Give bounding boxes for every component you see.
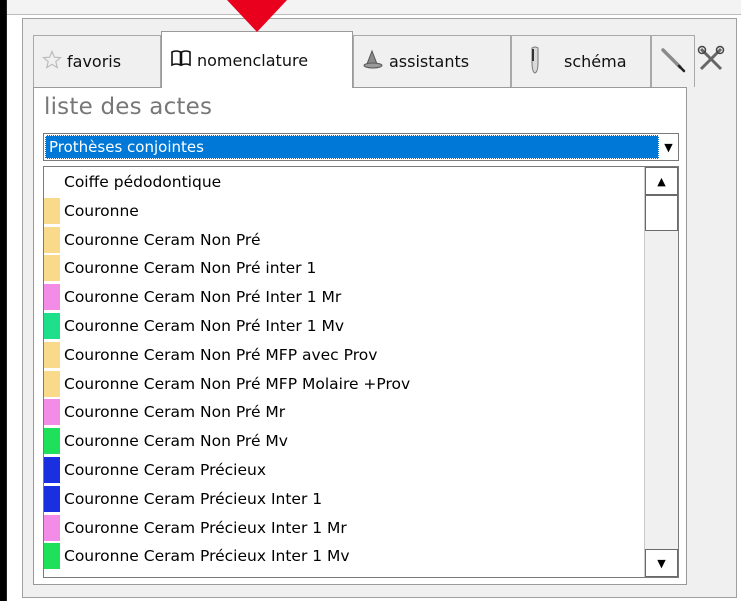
list-item-label: Couronne Ceram Non Pré Inter 1 Mr [64, 288, 342, 307]
chevron-down-icon[interactable]: ▼ [659, 134, 678, 160]
app-frame: favoris nomenclature assistants schéma l… [6, 0, 741, 601]
list-item[interactable]: Couronne [44, 197, 664, 224]
list-item-label: Couronne Ceram Précieux Inter 1 [64, 489, 323, 508]
scroll-up-icon[interactable]: ▲ [645, 167, 678, 195]
list-item-label: Couronne [64, 201, 139, 220]
list-item[interactable]: Coiffe pédodontique [44, 169, 664, 195]
list-item-label: Couronne Ceram Non Pré Inter 1 Mv [64, 317, 345, 335]
category-select-value: Prothèses conjointes [45, 135, 659, 159]
color-marker [44, 169, 60, 195]
list-item-label: Coiffe pédodontique [64, 173, 222, 191]
list-item[interactable]: Couronne Ceram Non Pré [44, 226, 664, 253]
color-marker [44, 514, 60, 541]
tab-favoris[interactable]: favoris [33, 35, 161, 87]
tab-schema[interactable]: schéma [511, 35, 651, 87]
color-marker [44, 370, 60, 397]
list-item-label: Couronne Ceram Précieux Inter 1 Mr [64, 518, 347, 537]
tab-schema-label: schéma [564, 52, 627, 71]
color-marker [44, 428, 60, 455]
list-title: liste des actes [44, 94, 213, 120]
pen-icon [660, 47, 686, 77]
list-item[interactable]: Couronne Ceram Non Pré inter 1 [44, 255, 664, 282]
list-item-label: Couronne Ceram Précieux [64, 461, 267, 479]
acts-panel: favoris nomenclature assistants schéma l… [22, 18, 737, 598]
list-item-label: Couronne Ceram Non Pré MFP Molaire +Prov [64, 374, 411, 393]
tab-favoris-label: favoris [67, 52, 122, 71]
color-marker [44, 399, 60, 426]
list-item[interactable]: Couronne Ceram Précieux Inter 1 [44, 485, 664, 512]
tab-assistants-label: assistants [389, 52, 470, 71]
open-book-icon [170, 48, 192, 72]
color-marker [44, 197, 60, 224]
tooth-icon [528, 46, 542, 78]
nomenclature-content: liste des actes Prothèses conjointes ▼ C… [33, 87, 687, 585]
list-item[interactable]: Couronne Ceram Non Pré Inter 1 Mr [44, 284, 664, 311]
color-marker [44, 543, 60, 570]
color-marker [44, 313, 60, 339]
list-item[interactable]: Couronne Ceram Non Pré Mr [44, 399, 664, 426]
tab-nomenclature[interactable]: nomenclature [161, 31, 353, 88]
tools-icon [697, 45, 725, 77]
tab-assistants[interactable]: assistants [353, 35, 511, 87]
list-item-label: Couronne Ceram Non Pré MFP avec Prov [64, 345, 378, 364]
color-marker [44, 255, 60, 282]
list-item-label: Couronne Ceram Non Pré inter 1 [64, 259, 317, 278]
color-marker [44, 457, 60, 483]
color-marker [44, 485, 60, 512]
pointer-arrow-icon [227, 0, 287, 32]
tab-tools[interactable] [695, 35, 735, 87]
list-item[interactable]: Couronne Ceram Non Pré MFP avec Prov [44, 341, 664, 368]
list-item-label: Couronne Ceram Non Pré Mv [64, 432, 288, 451]
list-item[interactable]: Couronne Ceram Précieux Inter 1 Mr [44, 514, 664, 541]
category-select[interactable]: Prothèses conjointes ▼ [43, 133, 679, 161]
top-toolbar-strip [7, 0, 741, 15]
color-marker [44, 226, 60, 253]
wizard-hat-icon [362, 49, 384, 75]
scrollbar-thumb[interactable] [645, 195, 678, 231]
list-item[interactable]: Couronne Ceram Non Pré Mv [44, 428, 664, 455]
list-item[interactable]: Couronne Ceram Non Pré MFP Molaire +Prov [44, 370, 664, 397]
list-item-label: Couronne Ceram Précieux Inter 1 Mv [64, 547, 350, 566]
color-marker [44, 341, 60, 368]
vertical-scrollbar[interactable]: ▲ ▼ [644, 167, 678, 577]
list-item[interactable]: Couronne Ceram Non Pré Inter 1 Mv [44, 313, 664, 339]
list-item[interactable]: Couronne Ceram Précieux [44, 457, 664, 483]
star-icon [41, 49, 63, 74]
list-item-label: Couronne Ceram Non Pré Mr [64, 403, 286, 422]
list-item-label: Couronne Ceram Non Pré [64, 230, 261, 249]
tab-pen[interactable] [651, 35, 695, 87]
scroll-down-icon[interactable]: ▼ [645, 549, 678, 577]
list-item[interactable]: Couronne Ceram Précieux Inter 1 Mv [44, 543, 664, 570]
acts-listbox[interactable]: Coiffe pédodontique Couronne Couronne Cera… [43, 166, 679, 578]
tab-nomenclature-label: nomenclature [197, 50, 309, 70]
color-marker [44, 284, 60, 311]
